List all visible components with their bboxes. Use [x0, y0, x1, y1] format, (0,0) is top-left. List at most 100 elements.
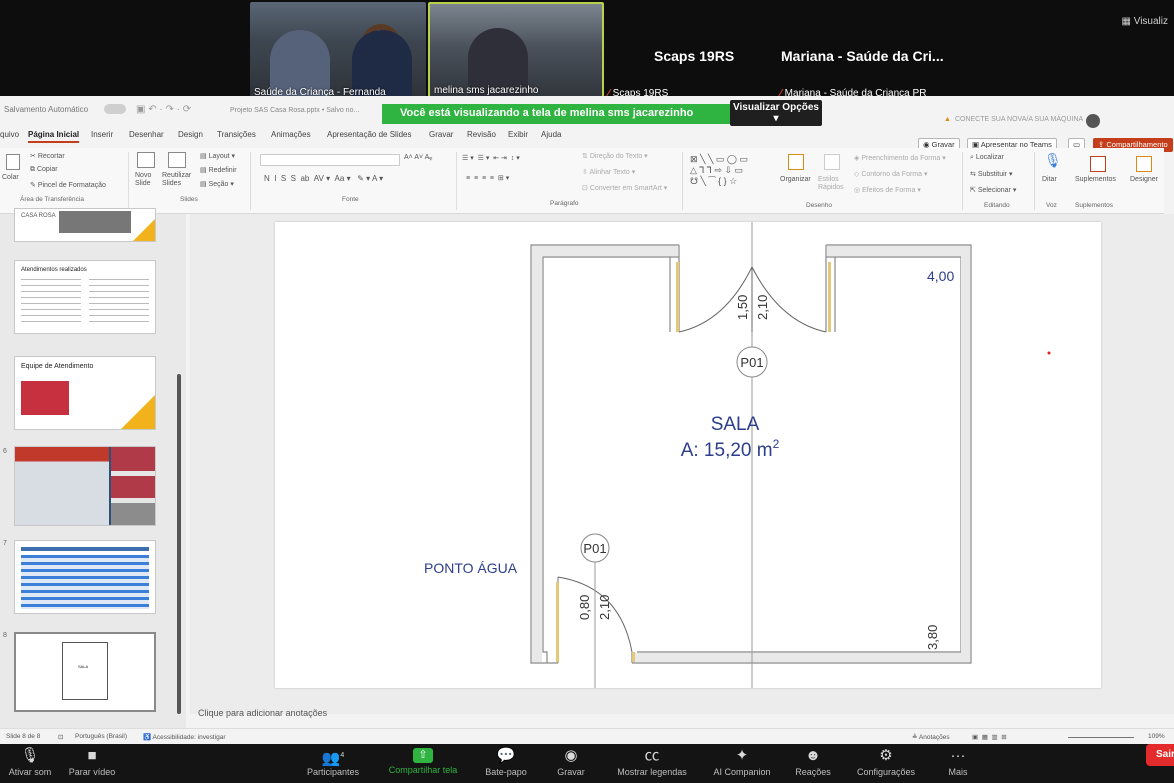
- quick-styles-button[interactable]: Estilos Rápidos: [818, 176, 844, 192]
- ai-companion-button[interactable]: ✦ AI Companion: [706, 744, 778, 777]
- view-options-button[interactable]: Visualizar Opções ▾: [730, 100, 822, 126]
- settings-button[interactable]: ⚙ Configurações: [850, 744, 922, 777]
- zoom-meeting-toolbar: 🎙 Ativar som ■ Parar vídeo 👥4 Participantes…: [0, 744, 1174, 783]
- thumbnail-header: [21, 547, 149, 551]
- shapes-gallery[interactable]: ⊠ ╲ ╲ ▭ ◯ ▭ △ ⅂ ⅂ ⇨ ⇩ ▭ ☋ ╲ ⁀ { } ☆: [690, 154, 748, 187]
- tab-inserir[interactable]: Inserir: [91, 130, 113, 139]
- paste-icon[interactable]: [6, 154, 20, 170]
- tab-design[interactable]: Design: [178, 130, 203, 139]
- leave-meeting-button[interactable]: Sair: [1146, 744, 1174, 766]
- dim-bottom-width: 0,80: [577, 595, 592, 620]
- list-buttons[interactable]: ☰ ▾ ☰ ▾ ⇤ ⇥ ↕ ▾: [462, 154, 520, 162]
- designer-button[interactable]: Designer: [1130, 176, 1158, 183]
- font-name-select[interactable]: [260, 154, 400, 166]
- more-button[interactable]: ··· Mais: [940, 744, 976, 777]
- thumbnail-photo: [15, 447, 109, 525]
- notes-placeholder[interactable]: Clique para adicionar anotações: [198, 708, 327, 718]
- microphone-icon[interactable]: 🎙: [1044, 152, 1062, 169]
- slide-thumbnail[interactable]: CASA ROSA: [14, 208, 156, 242]
- format-painter-button[interactable]: ✎ Pincel de Formatação: [30, 181, 106, 189]
- slide-thumbnail[interactable]: [14, 446, 156, 526]
- shape-effects-button[interactable]: ◎ Efeitos de Forma ▾: [854, 186, 921, 194]
- quick-access-icons[interactable]: ▣ ↶ · ↷ · ⟳: [136, 104, 191, 115]
- slide-thumbnail-selected[interactable]: SALA: [14, 632, 156, 712]
- tab-arquivo[interactable]: quivo: [0, 130, 19, 139]
- shape-outline-button[interactable]: ◇ Contorno da Forma ▾: [854, 170, 928, 178]
- zoom-level[interactable]: 109%: [1148, 733, 1165, 740]
- tab-desenhar[interactable]: Desenhar: [129, 130, 164, 139]
- captions-button[interactable]: ㏄ Mostrar legendas: [608, 744, 696, 777]
- align-text-button[interactable]: ⇳ Alinhar Texto ▾: [582, 168, 635, 176]
- slide-thumbnail[interactable]: [14, 540, 156, 614]
- view-buttons[interactable]: ▣ ▦ ▥ ⊞: [972, 733, 1007, 741]
- room-area: A: 15,20 m2: [681, 437, 780, 461]
- smiley-icon: ☻: [805, 747, 821, 764]
- font-style-buttons[interactable]: N I S S ab AV ▾ Aa ▾ ✎ ▾ A ▾: [264, 174, 383, 183]
- red-dot-marker: [1047, 351, 1051, 355]
- autosave-toggle[interactable]: [104, 104, 126, 114]
- new-slide-icon[interactable]: [137, 152, 155, 168]
- layout-button[interactable]: ▤ Layout ▾: [200, 152, 235, 160]
- record-meeting-button[interactable]: ◉ Gravar: [546, 744, 596, 777]
- tab-ajuda[interactable]: Ajuda: [541, 130, 561, 139]
- view-menu-label[interactable]: ▦ Visualiz: [1121, 16, 1168, 27]
- group-label-slides: Slides: [180, 196, 198, 203]
- current-slide[interactable]: P01 P01 1,50 2,10 0,80 2,10 3,80 4,00 SA…: [275, 222, 1101, 688]
- arrange-icon[interactable]: [788, 154, 804, 170]
- reactions-button[interactable]: ☻ Reações: [790, 744, 836, 777]
- quick-styles-icon[interactable]: [824, 154, 840, 170]
- new-slide-button[interactable]: Novo Slide: [135, 172, 159, 188]
- shape-fill-button[interactable]: ◈ Preenchimento da Forma ▾: [854, 154, 946, 162]
- replace-button[interactable]: ⇆ Substituir ▾: [970, 170, 1012, 178]
- tab-apresentacao[interactable]: Apresentação de Slides: [327, 130, 412, 139]
- accessibility-status[interactable]: ♿ Acessibilidade: investigar: [143, 733, 226, 741]
- cut-button[interactable]: ✂ Recortar: [30, 152, 65, 160]
- font-size-buttons[interactable]: A˄ A˅ Aᵩ: [404, 154, 432, 161]
- slide-number: 8: [3, 632, 7, 639]
- reset-button[interactable]: ▤ Redefinir: [200, 166, 237, 174]
- audio-button[interactable]: 🎙 Ativar som: [2, 744, 58, 777]
- section-button[interactable]: ▤ Seção ▾: [200, 180, 234, 188]
- ribbon-divider: [456, 152, 457, 210]
- share-screen-button[interactable]: ⇧ Compartilhar tela: [378, 744, 468, 775]
- video-tile-fernanda[interactable]: Saúde da Criança - Fernanda: [250, 2, 426, 100]
- reuse-slides-icon[interactable]: [168, 152, 186, 168]
- tab-revisao[interactable]: Revisão: [467, 130, 496, 139]
- tab-gravar[interactable]: Gravar: [429, 130, 453, 139]
- zoom-meeting-window: Saúde da Criança - Fernanda melina sms j…: [0, 0, 1174, 783]
- slide-thumbnail[interactable]: Atendimentos realizados: [14, 260, 156, 334]
- slide-thumbnail-pane: CASA ROSA Atendimentos realizados Equipe…: [0, 208, 186, 734]
- account-warning[interactable]: ▲ CONECTE SUA NOVA/A SUA MÁQUINA: [944, 116, 1083, 123]
- floor-plan-drawing: P01 P01 1,50 2,10 0,80 2,10 3,80 4,00 SA…: [424, 222, 1051, 688]
- tab-transicoes[interactable]: Transições: [217, 130, 256, 139]
- tab-exibir[interactable]: Exibir: [508, 130, 528, 139]
- spell-check-icon[interactable]: ⊡: [58, 733, 63, 741]
- find-button[interactable]: ⌕ Localizar: [970, 154, 1004, 162]
- reuse-slides-button[interactable]: Reutilizar Slides: [162, 172, 194, 188]
- select-button[interactable]: ⇱ Selecionar ▾: [970, 186, 1016, 194]
- tab-animacoes[interactable]: Animações: [271, 130, 311, 139]
- video-button[interactable]: ■ Parar vídeo: [62, 744, 122, 777]
- video-tile-melina[interactable]: melina sms jacarezinho: [428, 2, 604, 100]
- notes-toggle[interactable]: ≜ Anotações: [912, 733, 950, 741]
- text-direction-button[interactable]: ⇅ Direção do Texto ▾: [582, 152, 648, 160]
- user-avatar[interactable]: [1086, 114, 1100, 128]
- align-buttons[interactable]: ≡ ≡ ≡ ≡ ⊞ ▾: [466, 174, 509, 182]
- add-ins-button[interactable]: Suplementos: [1075, 176, 1116, 183]
- smartart-button[interactable]: ⊡ Converter em SmartArt ▾: [582, 184, 667, 192]
- participants-button[interactable]: 👥4 Participantes: [300, 744, 366, 777]
- door-tag-top: P01: [740, 355, 763, 370]
- slide-thumbnail[interactable]: Equipe de Atendimento: [14, 356, 156, 430]
- thumbnail-scrollbar[interactable]: [177, 374, 181, 714]
- copy-button[interactable]: ⧉ Copiar: [30, 166, 58, 174]
- add-ins-icon[interactable]: [1090, 156, 1106, 172]
- paste-button-label[interactable]: Colar: [2, 174, 19, 181]
- dictate-button[interactable]: Ditar: [1042, 176, 1057, 183]
- tab-pagina-inicial[interactable]: Página Inicial: [28, 130, 80, 143]
- arrange-button[interactable]: Organizar: [780, 176, 811, 183]
- designer-icon[interactable]: [1136, 156, 1152, 172]
- language-status[interactable]: Português (Brasil): [75, 733, 127, 740]
- zoom-slider[interactable]: [1068, 737, 1134, 738]
- participant-name-scaps: Scaps 19RS: [654, 48, 735, 64]
- chat-button[interactable]: 💬 Bate-papo: [476, 744, 536, 777]
